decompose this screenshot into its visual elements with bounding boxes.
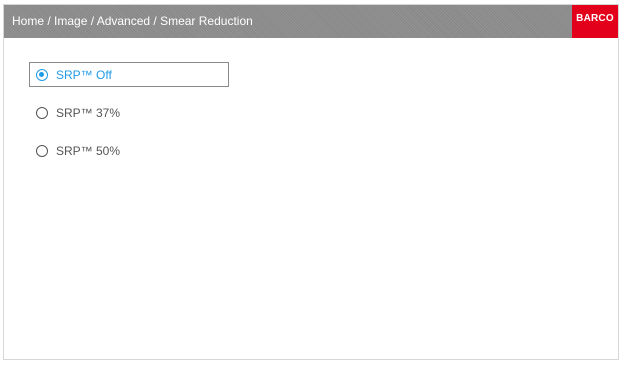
header-bar: Home / Image / Advanced / Smear Reductio… [4,5,618,38]
option-label: SRP™ 50% [56,143,121,158]
barco-logo: BARCO [572,5,618,38]
option-label: SRP™ Off [56,67,112,82]
smear-reduction-options: SRP™ Off SRP™ 37% SRP™ 50% [29,62,229,176]
option-label: SRP™ 37% [56,105,121,120]
breadcrumb: Home / Image / Advanced / Smear Reductio… [12,14,253,28]
radio-unselected-icon[interactable] [36,106,48,119]
option-srp-37[interactable]: SRP™ 37% [29,100,229,125]
radio-unselected-icon[interactable] [36,144,48,157]
radio-selected-icon[interactable] [36,68,48,81]
option-srp-50[interactable]: SRP™ 50% [29,138,229,163]
barco-logo-text: BARCO [576,13,614,24]
settings-panel: Home / Image / Advanced / Smear Reductio… [3,4,619,360]
option-srp-off[interactable]: SRP™ Off [29,62,229,87]
